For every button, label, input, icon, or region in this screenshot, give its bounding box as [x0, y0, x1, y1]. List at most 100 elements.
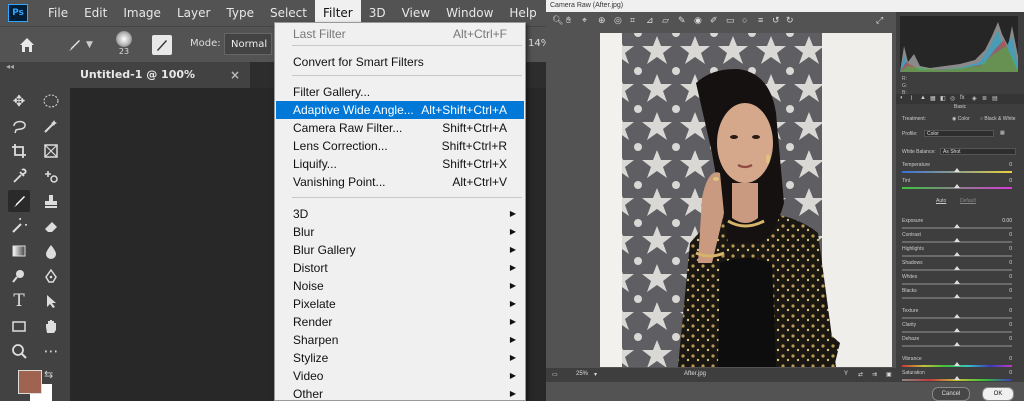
blend-mode-select[interactable]: Normal — [224, 33, 272, 55]
slider-track[interactable] — [902, 342, 1012, 347]
slider-track[interactable] — [902, 184, 1012, 189]
slider-value[interactable]: 0 — [1009, 232, 1012, 238]
ok-button[interactable]: OK — [982, 387, 1014, 401]
magic-wand-icon[interactable] — [40, 115, 62, 137]
menu-file[interactable]: File — [40, 0, 76, 26]
default-button[interactable]: Default — [960, 198, 976, 204]
slider-track[interactable] — [902, 314, 1012, 319]
slider-thumb[interactable] — [954, 376, 960, 380]
filter-menu-item[interactable]: 3D ▶ — [276, 205, 524, 223]
adjustment-brush-icon[interactable]: ✐ — [710, 15, 718, 26]
zoom-out-icon[interactable]: ▭ — [552, 371, 558, 378]
filter-menu-item[interactable]: Video ▶ — [276, 367, 524, 385]
tone-curve-icon[interactable]: ⌇ — [910, 95, 913, 102]
frame-tool-icon[interactable] — [40, 140, 62, 162]
brush-preset-icon[interactable] — [66, 37, 82, 53]
zoom-level[interactable]: 25% — [576, 371, 588, 377]
treatment-color-option[interactable]: ◉ Color — [952, 116, 970, 122]
menu-image[interactable]: Image — [115, 0, 169, 26]
document-tab[interactable]: Untitled-1 @ 100% (RGB/8#) × — [70, 62, 250, 107]
zoom-tool-icon[interactable] — [8, 340, 30, 362]
slider-track[interactable] — [902, 224, 1012, 229]
detail-panel-icon[interactable]: ▲ — [920, 95, 926, 101]
marquee-tool-icon[interactable] — [40, 90, 62, 112]
filter-menu-item[interactable]: Pixelate ▶ — [276, 295, 524, 313]
filter-menu-item[interactable]: Sharpen ▶ — [276, 331, 524, 349]
slider-value[interactable]: 0 — [1009, 246, 1012, 252]
auto-button[interactable]: Auto — [936, 198, 946, 204]
filter-menu-item[interactable]: Noise ▶ — [276, 277, 524, 295]
opacity-value[interactable]: 14% — [528, 38, 546, 49]
slider-track[interactable] — [902, 266, 1012, 271]
hand-tool-icon[interactable] — [40, 315, 62, 337]
history-brush-icon[interactable] — [8, 215, 30, 237]
eyedropper-tool-icon[interactable] — [8, 165, 30, 187]
slider-value[interactable]: 0 — [1009, 260, 1012, 266]
filter-menu-item[interactable]: Stylize ▶ — [276, 349, 524, 367]
pen-tool-icon[interactable] — [40, 265, 62, 287]
brush-tool-icon[interactable] — [8, 190, 30, 212]
slider-value[interactable]: 0 — [1009, 288, 1012, 294]
type-tool-icon[interactable]: T — [8, 290, 30, 312]
fullscreen-icon[interactable]: ⤢ — [876, 15, 883, 26]
graduated-filter-icon[interactable]: ▭ — [726, 15, 735, 26]
slider-value[interactable]: 0 — [1009, 274, 1012, 280]
slider-thumb[interactable] — [954, 314, 960, 318]
hand-tool-icon[interactable]: ✋︎ — [566, 15, 571, 26]
collapse-icon[interactable]: ◂◂ — [6, 62, 14, 71]
swap-colors-icon[interactable]: ⇆ — [44, 368, 53, 381]
stamp-tool-icon[interactable] — [40, 190, 62, 212]
red-eye-icon[interactable]: ◉ — [694, 15, 702, 26]
brush-size-picker[interactable]: 23 — [110, 31, 138, 59]
slider-thumb[interactable] — [954, 328, 960, 332]
filter-menu-item[interactable]: Lens Correction... Shift+Ctrl+R — [276, 137, 524, 155]
slider-thumb[interactable] — [954, 184, 960, 188]
crop-tool-icon[interactable] — [8, 140, 30, 162]
white-balance-select[interactable]: As Shot — [940, 148, 1016, 155]
blur-tool-icon[interactable] — [40, 240, 62, 262]
slider-thumb[interactable] — [954, 294, 960, 298]
brush-settings-icon[interactable] — [152, 35, 172, 55]
dodge-tool-icon[interactable] — [8, 265, 30, 287]
snapshots-icon[interactable]: ▤ — [992, 95, 998, 102]
slider-thumb[interactable] — [954, 342, 960, 346]
home-icon[interactable] — [18, 36, 36, 54]
lens-panel-icon[interactable]: ◎ — [950, 95, 955, 102]
slider-track[interactable] — [902, 280, 1012, 285]
healing-brush-icon[interactable] — [40, 165, 62, 187]
lasso-tool-icon[interactable] — [8, 115, 30, 137]
preferences-icon[interactable]: ≡ — [758, 15, 763, 25]
before-after-icon[interactable]: Y — [844, 371, 848, 377]
path-selection-icon[interactable] — [40, 290, 62, 312]
slider-thumb[interactable] — [954, 266, 960, 270]
profile-browser-icon[interactable]: ▦ — [1000, 130, 1005, 136]
slider-track[interactable] — [902, 328, 1012, 333]
slider-value[interactable]: 0 — [1009, 308, 1012, 314]
slider-value[interactable]: 0 — [1009, 162, 1012, 168]
white-balance-icon[interactable]: ⌖ — [582, 15, 587, 26]
straighten-icon[interactable]: ⊿ — [646, 15, 654, 26]
image-preview[interactable] — [600, 33, 892, 367]
calibration-icon[interactable]: ◈ — [972, 95, 977, 102]
slider-thumb[interactable] — [954, 252, 960, 256]
radial-filter-icon[interactable]: ○ — [742, 15, 747, 25]
slider-thumb[interactable] — [954, 168, 960, 172]
spot-removal-icon[interactable]: ✎ — [678, 15, 686, 26]
slider-value[interactable]: 0.00 — [1002, 218, 1012, 224]
slider-track[interactable] — [902, 376, 1012, 381]
filter-menu-item[interactable]: Render ▶ — [276, 313, 524, 331]
swap-view-icon[interactable]: ⇄ — [858, 371, 863, 378]
filter-menu-item[interactable]: Blur Gallery ▶ — [276, 241, 524, 259]
menu-edit[interactable]: Edit — [76, 0, 115, 26]
filter-menu-item[interactable]: Vanishing Point... Alt+Ctrl+V — [276, 173, 524, 191]
crop-tool-icon[interactable]: ⌗ — [630, 15, 635, 26]
filter-menu-item[interactable]: Liquify... Shift+Ctrl+X — [276, 155, 524, 173]
slider-thumb[interactable] — [954, 280, 960, 284]
filter-menu-item[interactable]: Distort ▶ — [276, 259, 524, 277]
slider-value[interactable]: 0 — [1009, 336, 1012, 342]
filter-menu-item[interactable]: Last Filter Alt+Ctrl+F — [276, 25, 524, 43]
color-sampler-icon[interactable]: ⊕ — [598, 15, 606, 26]
foreground-color-swatch[interactable] — [18, 370, 42, 394]
slider-track[interactable] — [902, 294, 1012, 299]
rectangle-tool-icon[interactable] — [8, 315, 30, 337]
